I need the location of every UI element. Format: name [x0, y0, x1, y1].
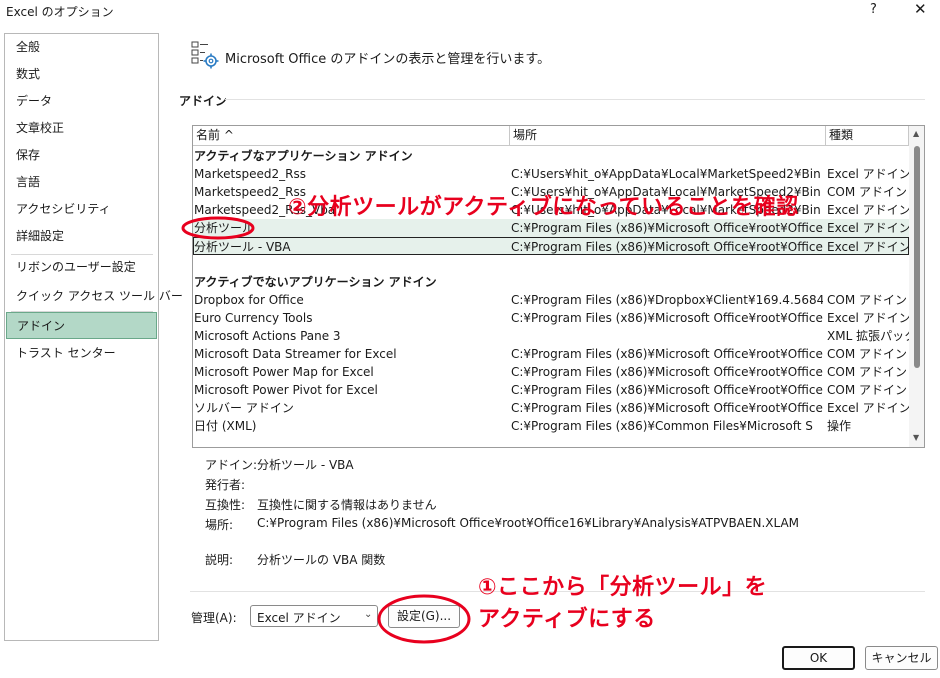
sidebar-item-trust-center[interactable]: トラスト センター: [5, 340, 158, 367]
column-header-location[interactable]: 場所: [510, 126, 826, 146]
table-row[interactable]: Microsoft Power Pivot for Excel C:¥Progr…: [193, 381, 909, 399]
cell-location: C:¥Users¥hit_o¥AppData¥Local¥MarketSpeed…: [511, 167, 821, 181]
detail-desc-value: 分析ツールの VBA 関数: [257, 553, 386, 567]
cell-location: C:¥Program Files (x86)¥Microsoft Office¥…: [511, 383, 823, 397]
scroll-up-icon[interactable]: ▲: [913, 129, 919, 138]
table-row[interactable]: 日付 (XML) C:¥Program Files (x86)¥Common F…: [193, 417, 909, 435]
cell-location: C:¥Program Files (x86)¥Microsoft Office¥…: [511, 240, 823, 254]
column-header-type[interactable]: 種類: [826, 126, 909, 146]
column-header-name[interactable]: 名前 ^: [193, 126, 510, 146]
scroll-down-icon[interactable]: ▼: [913, 433, 919, 442]
cell-type: Excel アドイン: [827, 167, 909, 181]
detail-compat-value: 互換性に関する情報はありません: [257, 498, 437, 512]
sidebar-item-data[interactable]: データ: [5, 88, 158, 115]
cell-name: Microsoft Power Pivot for Excel: [194, 383, 378, 397]
table-row[interactable]: Microsoft Data Streamer for Excel C:¥Pro…: [193, 345, 909, 363]
detail-desc-label: 説明:: [205, 553, 234, 567]
cell-name: 分析ツール - VBA: [194, 240, 291, 254]
addins-table[interactable]: 名前 ^ 場所 種類 アクティブなアプリケーション アドイン Marketspe…: [192, 125, 925, 448]
cell-type: COM アドイン: [827, 293, 907, 307]
cell-type: 操作: [827, 419, 852, 433]
cell-type: COM アドイン: [827, 365, 907, 379]
ok-button[interactable]: OK: [782, 646, 855, 670]
detail-addin-value: 分析ツール - VBA: [257, 458, 354, 472]
cell-type: Excel アドイン: [827, 203, 909, 217]
cell-name: Euro Currency Tools: [194, 311, 313, 325]
manage-dropdown[interactable]: Excel アドイン ⌄: [250, 605, 378, 627]
cell-type: Excel アドイン: [827, 311, 909, 325]
title-bar: Excel のオプション ? ✕: [0, 0, 940, 24]
table-row[interactable]: Euro Currency Tools C:¥Program Files (x8…: [193, 309, 909, 327]
sidebar-item-formulas[interactable]: 数式: [5, 61, 158, 88]
cell-type: COM アドイン: [827, 347, 907, 361]
section-divider: [225, 99, 925, 100]
group-label: アクティブなアプリケーション アドイン: [194, 149, 413, 163]
sidebar-item-addins[interactable]: アドイン: [6, 312, 157, 339]
sidebar-item-language[interactable]: 言語: [5, 169, 158, 196]
go-button[interactable]: 設定(G)...: [388, 605, 460, 628]
sidebar-item-advanced[interactable]: 詳細設定: [5, 223, 158, 250]
cell-location: C:¥Program Files (x86)¥Microsoft Office¥…: [511, 365, 823, 379]
annotation-note-1-line1: ①ここから「分析ツール」を: [478, 575, 768, 600]
cell-name: 分析ツール: [194, 221, 255, 235]
sidebar-item-save[interactable]: 保存: [5, 142, 158, 169]
cell-location: C:¥Program Files (x86)¥Microsoft Office¥…: [511, 401, 823, 415]
sidebar-item-general[interactable]: 全般: [5, 34, 158, 61]
manage-label: 管理(A):: [191, 611, 237, 625]
cell-type: COM アドイン: [827, 383, 907, 397]
cell-name: Marketspeed2_Rss: [194, 167, 306, 181]
table-row[interactable]: Dropbox for Office C:¥Program Files (x86…: [193, 291, 909, 309]
sidebar-item-proofing[interactable]: 文章校正: [5, 115, 158, 142]
cell-name: Microsoft Actions Pane 3: [194, 329, 341, 343]
chevron-down-icon: ⌄: [364, 609, 373, 620]
help-icon[interactable]: ?: [870, 2, 877, 17]
cell-location: C:¥Program Files (x86)¥Microsoft Office¥…: [511, 347, 823, 361]
cell-name: Microsoft Data Streamer for Excel: [194, 347, 397, 361]
table-scrollbar[interactable]: ▲ ▼: [909, 126, 924, 447]
sidebar-item-customize-ribbon[interactable]: リボンのユーザー設定: [5, 254, 158, 281]
detail-compat-label: 互換性:: [205, 498, 246, 512]
annotation-note-2: ②分析ツールがアクティブになっていることを確認: [288, 195, 799, 220]
table-header: 名前 ^ 場所 種類: [193, 126, 909, 146]
cell-location: C:¥Program Files (x86)¥Microsoft Office¥…: [511, 221, 823, 235]
cell-location: C:¥Program Files (x86)¥Dropbox¥Client¥16…: [511, 293, 823, 307]
cell-name: Dropbox for Office: [194, 293, 304, 307]
detail-location-label: 場所:: [205, 518, 234, 532]
cell-type: Excel アドイン: [827, 240, 909, 254]
table-row[interactable]: ソルバー アドイン C:¥Program Files (x86)¥Microso…: [193, 399, 909, 417]
cell-type: COM アドイン: [827, 185, 907, 199]
detail-publisher-label: 発行者:: [205, 478, 246, 492]
table-row[interactable]: 分析ツール C:¥Program Files (x86)¥Microsoft O…: [193, 219, 909, 237]
cell-location: C:¥Program Files (x86)¥Common Files¥Micr…: [511, 419, 813, 433]
detail-location-value: C:¥Program Files (x86)¥Microsoft Office¥…: [257, 516, 800, 530]
section-title: アドイン: [179, 94, 228, 108]
addins-gear-icon: [191, 41, 219, 69]
group-label: アクティブでないアプリケーション アドイン: [194, 275, 437, 289]
sidebar-item-accessibility[interactable]: アクセシビリティ: [5, 196, 158, 223]
cell-type: XML 拡張パック: [827, 329, 909, 343]
cell-name: Microsoft Power Map for Excel: [194, 365, 374, 379]
table-row[interactable]: Marketspeed2_Rss C:¥Users¥hit_o¥AppData¥…: [193, 165, 909, 183]
close-icon[interactable]: ✕: [914, 0, 927, 18]
cell-name: 日付 (XML): [194, 419, 257, 433]
table-row-selected[interactable]: 分析ツール - VBA C:¥Program Files (x86)¥Micro…: [193, 237, 909, 255]
table-row[interactable]: Microsoft Actions Pane 3 XML 拡張パック: [193, 327, 909, 345]
cell-location: C:¥Program Files (x86)¥Microsoft Office¥…: [511, 311, 823, 325]
cell-type: Excel アドイン: [827, 221, 909, 235]
annotation-note-1-line2: アクティブにする: [478, 607, 656, 632]
window-title: Excel のオプション: [6, 5, 114, 19]
detail-addin-label: アドイン:: [205, 458, 258, 472]
options-sidebar: 全般 数式 データ 文章校正 保存 言語 アクセシビリティ 詳細設定 リボンのユ…: [4, 33, 183, 641]
sidebar-item-quick-access-toolbar[interactable]: クイック アクセス ツール バー: [5, 283, 183, 310]
cell-type: Excel アドイン: [827, 401, 909, 415]
scroll-thumb[interactable]: [914, 146, 920, 368]
table-row[interactable]: Microsoft Power Map for Excel C:¥Program…: [193, 363, 909, 381]
page-description: Microsoft Office のアドインの表示と管理を行います。: [225, 52, 551, 67]
manage-dropdown-value: Excel アドイン: [257, 611, 341, 625]
group-header-inactive: アクティブでないアプリケーション アドイン: [193, 273, 909, 291]
cancel-button[interactable]: キャンセル: [865, 646, 938, 670]
cell-name: ソルバー アドイン: [194, 401, 294, 415]
group-header-active: アクティブなアプリケーション アドイン: [193, 147, 909, 165]
